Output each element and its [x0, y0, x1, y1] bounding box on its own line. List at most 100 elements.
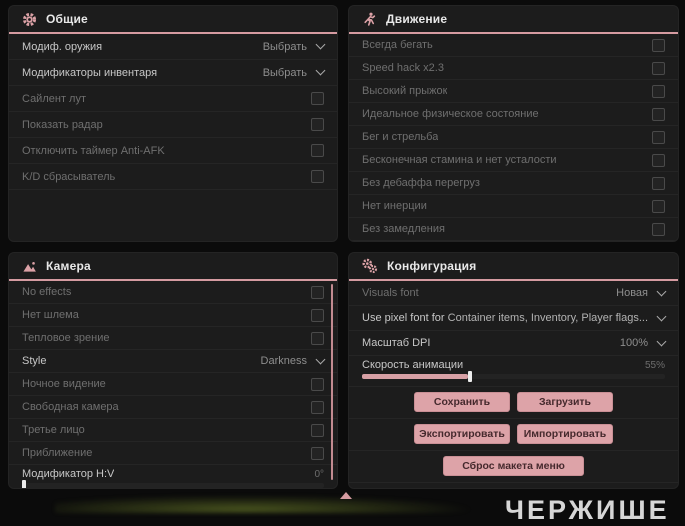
infinite-stamina-checkbox[interactable]	[652, 153, 665, 167]
scroll-up-arrow-icon[interactable]	[340, 492, 352, 499]
night-vision-checkbox[interactable]	[311, 377, 324, 391]
gears-icon	[362, 258, 378, 274]
setting-label: Style	[22, 355, 47, 367]
no-overload-debuff-checkbox[interactable]	[652, 176, 665, 190]
setting-label: Нет шлема	[22, 309, 79, 321]
button-row-export-import: Экспортировать Импортировать	[349, 419, 678, 451]
weapon-mods-dropdown[interactable]: Выбрать	[262, 39, 326, 53]
dropdown-value: Выбрать	[262, 66, 307, 79]
gear-icon	[22, 12, 37, 26]
row-dpi-scale: Масштаб DPI 100%	[349, 331, 678, 356]
panel-title: Камера	[46, 259, 91, 273]
load-button[interactable]: Загрузить	[517, 392, 613, 412]
setting-label: Приближение	[22, 447, 93, 459]
row-hv-modifier: Модификатор H:V 0°	[9, 465, 337, 488]
chevron-down-icon	[315, 39, 326, 50]
panel-title: Конфигурация	[387, 259, 477, 273]
thermal-vision-checkbox[interactable]	[311, 331, 324, 345]
button-row-reset: Сброс макета меню	[349, 451, 678, 483]
row-no-inertia: Нет инерции	[349, 195, 678, 218]
chevron-down-icon	[656, 286, 667, 296]
row-no-effects: No effects	[9, 281, 337, 304]
row-animation-speed: Скорость анимации 55%	[349, 356, 678, 387]
perfect-condition-checkbox[interactable]	[652, 107, 665, 121]
setting-label: Модификаторы инвентаря	[22, 66, 158, 79]
row-no-overload-debuff: Без дебаффа перегруз	[349, 172, 678, 195]
row-no-helmet: Нет шлема	[9, 304, 337, 327]
pixel-font-dropdown[interactable]: Container items, Inventory, Player flags…	[448, 311, 667, 324]
run-and-shoot-checkbox[interactable]	[652, 130, 665, 144]
setting-label: Бег и стрельба	[362, 131, 439, 143]
row-always-run: Всегда бегать	[349, 34, 678, 57]
show-radar-checkbox[interactable]	[311, 118, 324, 131]
setting-label: Всегда бегать	[362, 39, 433, 51]
setting-label: Без замедления	[362, 223, 445, 235]
row-no-slowdown: Без замедления	[349, 218, 678, 241]
panel-camera: Камера No effects Нет шлема Тепловое зре…	[8, 252, 338, 489]
row-perfect-condition: Идеальное физическое состояние	[349, 103, 678, 126]
row-silent-loot: Сайлент лут	[9, 86, 337, 112]
camera-panel-scrollbar[interactable]	[331, 284, 333, 480]
reset-menu-layout-button[interactable]: Сброс макета меню	[443, 456, 584, 476]
slider-handle[interactable]	[468, 371, 473, 382]
no-inertia-checkbox[interactable]	[652, 199, 665, 213]
zoom-checkbox[interactable]	[311, 446, 324, 460]
panel-general-header: Общие	[9, 6, 337, 34]
slider-value: 55%	[644, 359, 665, 371]
third-person-checkbox[interactable]	[311, 423, 324, 437]
panel-movement-header: Движение	[349, 6, 678, 34]
setting-label: Отключить таймер Anti-AFK	[22, 144, 165, 157]
row-weapon-mods: Модиф. оружия Выбрать	[9, 34, 337, 60]
row-third-person: Третье лицо	[9, 419, 337, 442]
kd-reset-checkbox[interactable]	[311, 170, 324, 183]
no-helmet-checkbox[interactable]	[311, 308, 324, 322]
setting-label: Тепловое зрение	[22, 332, 110, 344]
background-glow	[55, 495, 475, 513]
setting-label: Без дебаффа перегруз	[362, 177, 480, 189]
no-slowdown-checkbox[interactable]	[652, 222, 665, 236]
animation-speed-slider[interactable]	[362, 371, 665, 382]
export-button[interactable]: Экспортировать	[414, 424, 510, 444]
slider-handle[interactable]	[22, 480, 26, 488]
setting-label: Visuals font	[362, 287, 419, 299]
panel-title: Общие	[46, 12, 88, 26]
import-button[interactable]: Импортировать	[517, 424, 613, 444]
chevron-down-icon	[656, 336, 667, 346]
row-zoom: Приближение	[9, 442, 337, 465]
chevron-down-icon	[656, 311, 667, 321]
runner-icon	[364, 12, 376, 26]
row-free-camera: Свободная камера	[9, 396, 337, 419]
anti-afk-checkbox[interactable]	[311, 144, 324, 157]
no-effects-checkbox[interactable]	[311, 285, 324, 299]
always-run-checkbox[interactable]	[652, 38, 665, 52]
inventory-mods-dropdown[interactable]: Выбрать	[262, 65, 326, 79]
row-night-vision: Ночное видение	[9, 373, 337, 396]
row-thermal-vision: Тепловое зрение	[9, 327, 337, 350]
visuals-font-dropdown[interactable]: Новая	[616, 286, 667, 299]
hv-modifier-slider[interactable]	[22, 480, 324, 488]
dpi-scale-dropdown[interactable]: 100%	[619, 336, 667, 349]
style-dropdown[interactable]: Darkness	[261, 354, 326, 367]
panel-config-header: Конфигурация	[349, 253, 678, 281]
image-icon	[23, 261, 36, 272]
dropdown-value: Выбрать	[262, 40, 307, 53]
panel-config: Конфигурация Visuals font Новая Use pixe…	[348, 252, 679, 489]
speed-hack-checkbox[interactable]	[652, 61, 665, 75]
setting-label: Масштаб DPI	[362, 337, 431, 349]
dropdown-value: 100%	[619, 337, 648, 349]
watermark-text: ЧЕРЖИШЕ	[505, 495, 670, 525]
setting-label: Скорость анимации	[362, 359, 464, 371]
row-infinite-stamina: Бесконечная стамина и нет усталости	[349, 149, 678, 172]
free-camera-checkbox[interactable]	[311, 400, 324, 414]
row-kd-reset: K/D сбрасыватель	[9, 164, 337, 190]
panel-general: Общие Модиф. оружия Выбрать Модификаторы…	[8, 5, 338, 242]
setting-label: Use pixel font for	[362, 312, 445, 324]
setting-label: Идеальное физическое состояние	[362, 108, 539, 120]
row-anti-afk: Отключить таймер Anti-AFK	[9, 138, 337, 164]
dropdown-value: Новая	[616, 287, 648, 299]
high-jump-checkbox[interactable]	[652, 84, 665, 98]
silent-loot-checkbox[interactable]	[311, 92, 324, 105]
save-button[interactable]: Сохранить	[414, 392, 510, 412]
setting-label: Свободная камера	[22, 401, 119, 413]
setting-label: Ночное видение	[22, 378, 106, 390]
